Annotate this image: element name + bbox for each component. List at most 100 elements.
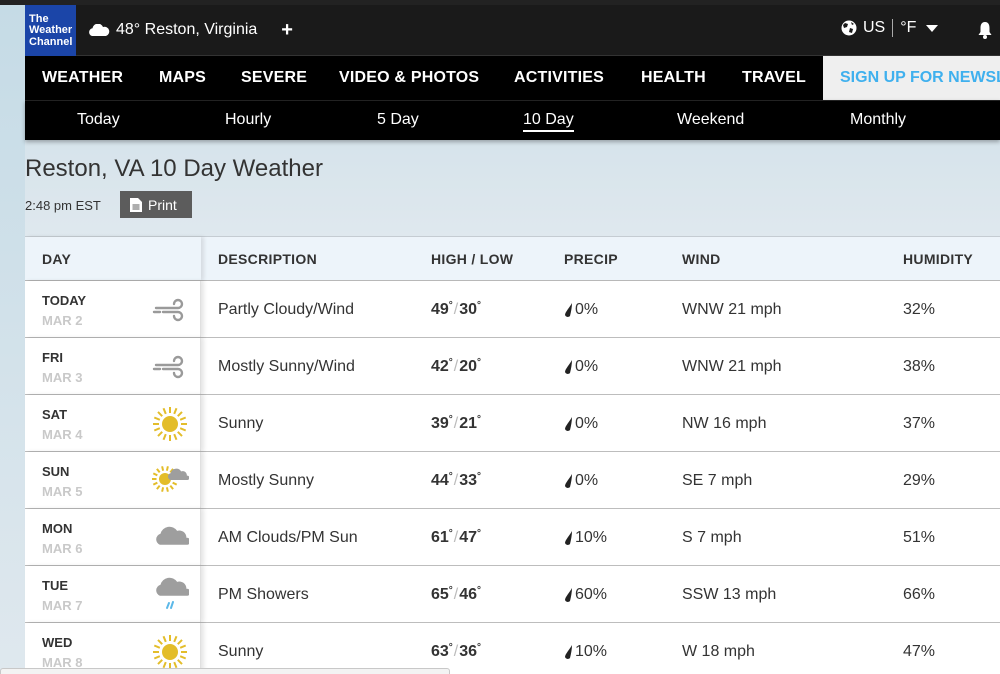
caret-down-icon	[926, 24, 939, 32]
wind: W 18 mph	[682, 643, 755, 660]
cloud-icon	[89, 24, 110, 36]
description: Sunny	[218, 415, 264, 432]
precip-value: 0%	[575, 301, 599, 318]
low-temp: 21	[459, 415, 478, 432]
table-row[interactable]: SUN MAR 5 Mostly Sunny 44°/33° 0% SE 7 m…	[25, 452, 1000, 509]
raindrop-icon	[565, 302, 572, 317]
nav-activities[interactable]: ACTIVITIES	[514, 69, 604, 87]
print-label: Print	[148, 196, 177, 213]
humidity: 29%	[903, 472, 936, 489]
day-cell: SAT MAR 4	[25, 395, 201, 451]
forecast-sub-nav: Today Hourly 5 Day 10 Day Weekend Monthl…	[25, 100, 1000, 140]
nav-maps[interactable]: MAPS	[159, 69, 206, 87]
high-temp: 42	[431, 358, 449, 375]
wind: WNW 21 mph	[682, 301, 782, 318]
current-conditions[interactable]: 48° Reston, Virginia	[88, 21, 257, 39]
table-row[interactable]: SAT MAR 4 Sunny 39°/21° 0% NW 16 mph 37%	[25, 395, 1000, 452]
precip: 0%	[564, 301, 598, 319]
sun-icon	[151, 634, 189, 670]
table-row[interactable]: TUE MAR 7 PM Showers 65°/46° 60% SSW 13 …	[25, 566, 1000, 623]
high-low: 65°/46°	[431, 585, 482, 603]
col-description: DESCRIPTION	[218, 251, 317, 267]
newsletter-signup-button[interactable]: SIGN UP FOR NEWSLETTER	[823, 56, 1000, 100]
units-selector[interactable]: US °F	[841, 19, 939, 37]
day-cell: FRI MAR 3	[25, 338, 201, 394]
col-wind: WIND	[682, 251, 721, 267]
day-date: MAR 6	[42, 541, 83, 556]
table-row[interactable]: TODAY MAR 2 Partly Cloudy/Wind 49°/30° 0…	[25, 281, 1000, 338]
high-temp: 65	[431, 586, 449, 603]
precip: 0%	[564, 472, 598, 490]
nav-severe[interactable]: SEVERE	[241, 69, 307, 87]
day-name: SUN	[42, 464, 70, 479]
day-cell: MON MAR 6	[25, 509, 201, 565]
table-row[interactable]: MON MAR 6 AM Clouds/PM Sun 61°/47° 10% S…	[25, 509, 1000, 566]
high-low: 49°/30°	[431, 300, 482, 318]
wind: NW 16 mph	[682, 415, 767, 432]
sun-icon	[151, 406, 189, 442]
page-background-edge	[0, 5, 25, 674]
day-name: MON	[42, 521, 73, 536]
site-header: The Weather Channel 48° Reston, Virginia…	[25, 4, 1000, 140]
tab-5-day[interactable]: 5 Day	[377, 111, 419, 129]
precip-value: 10%	[575, 529, 608, 546]
table-row[interactable]: FRI MAR 3 Mostly Sunny/Wind 42°/20° 0% W…	[25, 338, 1000, 395]
logo-line: Weather	[29, 24, 73, 36]
day-name: TUE	[42, 578, 68, 593]
day-date: MAR 3	[42, 370, 83, 385]
col-day: DAY	[42, 251, 72, 267]
plus-icon[interactable]: +	[281, 19, 293, 42]
precip-value: 10%	[575, 643, 608, 660]
description: Partly Cloudy/Wind	[218, 301, 355, 318]
day-name: TODAY	[42, 293, 87, 308]
high-temp: 61	[431, 529, 449, 546]
raindrop-icon	[565, 473, 572, 488]
wind-icon	[151, 349, 189, 385]
nav-weather[interactable]: WEATHER	[42, 69, 123, 87]
low-temp: 46	[459, 586, 478, 603]
precip: 60%	[564, 586, 607, 604]
nav-video-photos[interactable]: VIDEO & PHOTOS	[339, 69, 479, 87]
high-temp: 49	[431, 301, 449, 318]
wind: SE 7 mph	[682, 472, 753, 489]
col-high-low: HIGH / LOW	[431, 251, 514, 267]
nav-health[interactable]: HEALTH	[641, 69, 706, 87]
table-header: DAY DESCRIPTION HIGH / LOW PRECIP WIND H…	[25, 237, 1000, 281]
high-low: 39°/21°	[431, 414, 482, 432]
cloud-icon	[151, 520, 191, 556]
low-temp: 20	[459, 358, 478, 375]
day-name: FRI	[42, 350, 63, 365]
nav-travel[interactable]: TRAVEL	[742, 69, 806, 87]
tab-monthly[interactable]: Monthly	[850, 111, 906, 129]
temp-unit-label: °F	[900, 19, 917, 36]
raindrop-icon	[565, 416, 572, 431]
region-label: US	[863, 19, 886, 36]
wind: SSW 13 mph	[682, 586, 777, 603]
rain-shower-icon	[151, 577, 191, 613]
mostly-sunny-icon	[151, 463, 190, 499]
tab-weekend[interactable]: Weekend	[677, 111, 744, 129]
tab-10-day[interactable]: 10 Day	[523, 111, 574, 132]
high-temp: 39	[431, 415, 449, 432]
wind-icon	[151, 292, 189, 328]
precip-value: 0%	[575, 472, 599, 489]
precip-value: 60%	[575, 586, 608, 603]
high-temp: 63	[431, 643, 449, 660]
tab-today[interactable]: Today	[77, 111, 120, 129]
humidity: 47%	[903, 643, 936, 660]
precip-value: 0%	[575, 415, 599, 432]
low-temp: 33	[459, 472, 478, 489]
units-divider	[892, 19, 894, 37]
twc-logo[interactable]: The Weather Channel	[25, 4, 76, 56]
table-row[interactable]: WED MAR 8 Sunny 63°/36° 10% W 18 mph 47%	[25, 623, 1000, 674]
bell-icon[interactable]	[978, 21, 992, 39]
day-cell: TODAY MAR 2	[25, 281, 201, 337]
tab-hourly[interactable]: Hourly	[225, 111, 271, 129]
print-button[interactable]: Print	[120, 191, 192, 218]
top-bar: The Weather Channel 48° Reston, Virginia…	[25, 4, 1000, 56]
high-temp: 44	[431, 472, 449, 489]
ten-day-forecast-table: DAY DESCRIPTION HIGH / LOW PRECIP WIND H…	[25, 236, 1000, 674]
day-date: MAR 5	[42, 484, 83, 499]
raindrop-icon	[565, 359, 572, 374]
raindrop-icon	[565, 644, 572, 659]
